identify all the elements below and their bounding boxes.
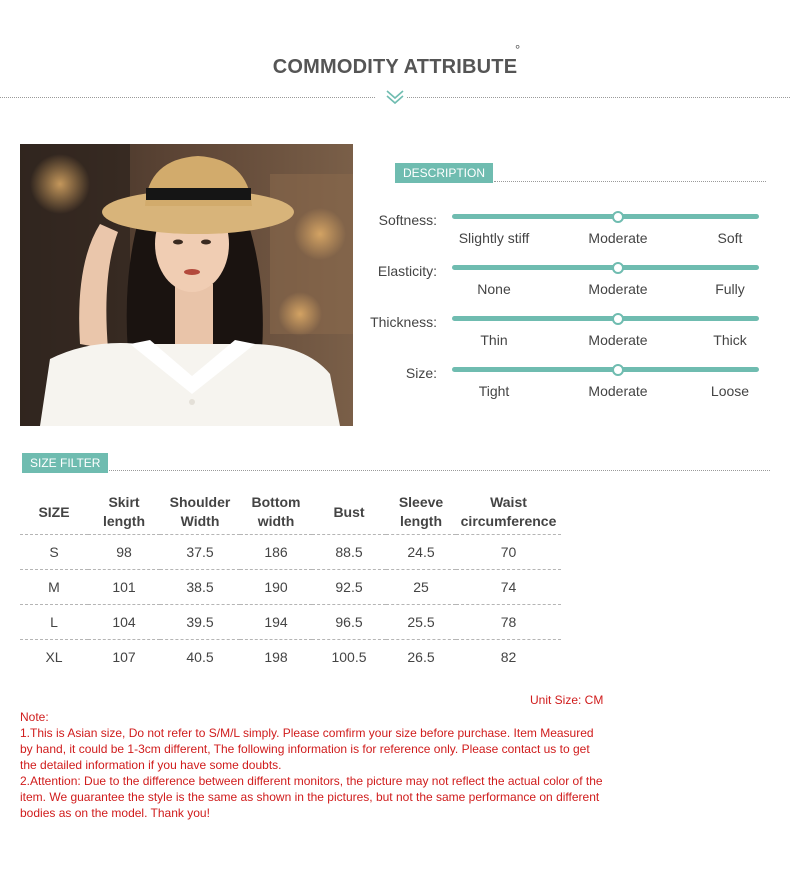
table-cell: 37.5	[160, 534, 240, 570]
unit-size-label: Unit Size: CM	[530, 693, 604, 707]
attribute-option: Thick	[713, 332, 747, 348]
size-table-header-text: Bottom	[251, 494, 301, 510]
table-cell: L	[20, 604, 88, 640]
note-item: 2.Attention: Due to the difference betwe…	[20, 774, 603, 820]
page-title: COMMODITY ATTRIBUTE	[272, 56, 518, 78]
table-cell: 96.5	[312, 604, 386, 640]
attribute-option: Thin	[480, 332, 508, 348]
size-table-header-text: length	[103, 513, 145, 529]
attribute-option: Slightly stiff	[458, 230, 530, 246]
size-table-header-cell: Sleeve length	[386, 490, 456, 535]
attribute-slider-knob	[612, 312, 624, 325]
attribute-option: None	[477, 281, 511, 297]
table-cell: 74	[456, 569, 561, 605]
description-divider	[494, 181, 766, 182]
attribute-option: Moderate	[588, 383, 648, 399]
size-table-header-cell: Bottom width	[240, 490, 312, 535]
table-cell: 100.5	[312, 639, 386, 674]
table-cell: XL	[20, 639, 88, 674]
size-table-header-row: SIZE Skirt length Shoulder Width Bottom width B…	[20, 490, 561, 535]
double-chevron-down-icon	[386, 90, 404, 105]
table-cell: 92.5	[312, 569, 386, 605]
table-cell: 40.5	[160, 639, 240, 674]
attribute-option: Tight	[478, 383, 510, 399]
size-filter-divider	[109, 470, 770, 471]
attribute-slider-knob	[612, 210, 624, 223]
attribute-option: Fully	[715, 281, 745, 297]
header-divider-left	[0, 97, 375, 98]
attribute-label: Elasticity:	[377, 263, 437, 279]
table-cell: 104	[88, 604, 160, 640]
size-table-header-cell: Shoulder Width	[160, 490, 240, 535]
table-row: XL 107 40.5 198 100.5 26.5 82	[20, 639, 561, 674]
product-photo	[20, 144, 353, 426]
table-cell: 194	[240, 604, 312, 640]
table-cell: 38.5	[160, 569, 240, 605]
table-cell: 88.5	[312, 534, 386, 570]
table-cell: 25	[386, 569, 456, 605]
title-degree-mark: °	[515, 42, 521, 57]
table-cell: 70	[456, 534, 561, 570]
table-cell: 98	[88, 534, 160, 570]
table-cell: 190	[240, 569, 312, 605]
attribute-option: Moderate	[588, 332, 648, 348]
table-cell: 82	[456, 639, 561, 674]
table-cell: 198	[240, 639, 312, 674]
table-cell: 39.5	[160, 604, 240, 640]
attribute-label: Thickness:	[370, 314, 437, 330]
size-table-header-cell: SIZE	[20, 490, 88, 535]
table-cell: 186	[240, 534, 312, 570]
table-cell: 26.5	[386, 639, 456, 674]
size-table-header-text: Waist	[490, 494, 527, 510]
table-row: M 101 38.5 190 92.5 25 74	[20, 569, 561, 605]
table-cell: M	[20, 569, 88, 605]
size-table-header-text: width	[257, 513, 295, 529]
table-row: S 98 37.5 186 88.5 24.5 70	[20, 534, 561, 570]
table-row: L 104 39.5 194 96.5 25.5 78	[20, 604, 561, 640]
size-table-header-cell: Waist circumference	[456, 490, 561, 535]
table-cell: 25.5	[386, 604, 456, 640]
attribute-slider-track	[452, 316, 759, 321]
size-table-header-text: circumference	[460, 513, 557, 529]
size-table-header-cell: Skirt length	[88, 490, 160, 535]
header-divider-right	[407, 97, 790, 98]
size-table-header-text: Sleeve	[398, 494, 444, 510]
size-table-header-text: Skirt	[108, 494, 140, 510]
attribute-slider-track	[452, 265, 759, 270]
size-table-header-cell: Bust	[312, 490, 386, 535]
attribute-slider-knob	[612, 363, 624, 376]
table-cell: 78	[456, 604, 561, 640]
size-table-header-text: Width	[180, 513, 220, 529]
attribute-option: Soft	[717, 230, 743, 246]
attribute-slider-knob	[612, 261, 624, 274]
size-table: SIZE Skirt length Shoulder Width Bottom width B…	[20, 490, 561, 674]
size-table-header-text: Bust	[333, 503, 365, 520]
note-item: 1.This is Asian size, Do not refer to S/…	[20, 726, 594, 772]
size-table-header-text: Shoulder	[169, 494, 231, 510]
attribute-slider-track	[452, 367, 759, 372]
size-filter-badge: SIZE FILTER	[22, 453, 109, 473]
size-table-header-text: SIZE	[38, 503, 70, 520]
table-cell: 107	[88, 639, 160, 674]
table-cell: 101	[88, 569, 160, 605]
size-table-header-text: length	[400, 513, 442, 529]
table-cell: S	[20, 534, 88, 570]
attribute-label: Softness:	[378, 212, 437, 228]
notes: Note: 1.This is Asian size, Do not refer…	[20, 709, 605, 821]
attribute-option: Loose	[710, 383, 750, 399]
attribute-option: Moderate	[588, 281, 648, 297]
note-heading: Note:	[20, 710, 49, 724]
description-badge: DESCRIPTION	[395, 163, 494, 183]
attribute-label: Size:	[405, 365, 437, 381]
attribute-option: Moderate	[588, 230, 648, 246]
table-cell: 24.5	[386, 534, 456, 570]
attribute-slider-track	[452, 214, 759, 219]
